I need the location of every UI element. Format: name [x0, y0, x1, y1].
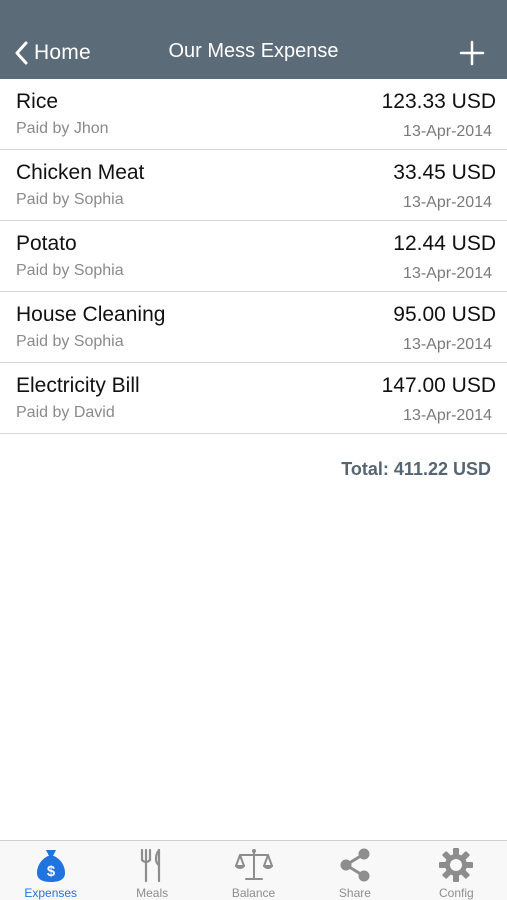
add-expense-button[interactable]: [457, 38, 487, 68]
expense-row[interactable]: House Cleaning Paid by Sophia 95.00 USD …: [0, 292, 507, 363]
tab-meals[interactable]: Meals: [101, 841, 202, 900]
expense-date: 13-Apr-2014: [403, 265, 492, 282]
expense-row[interactable]: Rice Paid by Jhon 123.33 USD 13-Apr-2014: [0, 79, 507, 150]
tab-share[interactable]: Share: [304, 841, 405, 900]
tab-label: Share: [338, 886, 371, 900]
expense-name: House Cleaning: [16, 303, 166, 326]
nav-bar: Home Our Mess Expense: [0, 0, 507, 79]
expense-list: Rice Paid by Jhon 123.33 USD 13-Apr-2014…: [0, 79, 507, 434]
tab-label: Config: [438, 886, 474, 900]
scale-icon: [234, 846, 273, 883]
expense-paid-by: Paid by Sophia: [16, 191, 124, 208]
expense-amount: 123.33 USD: [381, 90, 496, 113]
expense-paid-by: Paid by Jhon: [16, 120, 109, 137]
chevron-left-icon: [15, 41, 28, 65]
expense-row[interactable]: Potato Paid by Sophia 12.44 USD 13-Apr-2…: [0, 221, 507, 292]
expense-date: 13-Apr-2014: [403, 194, 492, 211]
expense-name: Potato: [16, 232, 77, 255]
expense-row[interactable]: Chicken Meat Paid by Sophia 33.45 USD 13…: [0, 150, 507, 221]
total-amount: Total: 411.22 USD: [341, 459, 491, 479]
expense-name: Chicken Meat: [16, 161, 145, 184]
back-label: Home: [34, 41, 91, 64]
expense-amount: 12.44 USD: [393, 232, 496, 255]
expense-amount: 95.00 USD: [393, 303, 496, 326]
tab-config[interactable]: Config: [406, 841, 507, 900]
tab-label: Meals: [136, 886, 169, 900]
expense-name: Rice: [16, 90, 59, 113]
expense-row[interactable]: Electricity Bill Paid by David 147.00 US…: [0, 363, 507, 434]
expense-paid-by: Paid by David: [16, 404, 115, 421]
fork-knife-icon: [133, 846, 171, 883]
gear-icon: [437, 846, 475, 883]
expense-paid-by: Paid by Sophia: [16, 333, 124, 350]
tab-bar: $ Expenses Meals Balance Share Config: [0, 840, 507, 900]
expense-amount: 147.00 USD: [381, 374, 496, 397]
money-bag-icon: $: [32, 846, 70, 883]
back-button[interactable]: Home: [14, 38, 91, 68]
expense-amount: 33.45 USD: [393, 161, 496, 184]
expense-date: 13-Apr-2014: [403, 336, 492, 353]
tab-balance[interactable]: Balance: [203, 841, 304, 900]
expense-date: 13-Apr-2014: [403, 123, 492, 140]
expense-paid-by: Paid by Sophia: [16, 262, 124, 279]
svg-text:$: $: [47, 863, 56, 880]
plus-icon: [459, 40, 485, 66]
expense-date: 13-Apr-2014: [403, 407, 492, 424]
share-icon: [336, 846, 374, 883]
tab-expenses[interactable]: $ Expenses: [0, 841, 101, 900]
tab-label: Expenses: [24, 886, 78, 900]
expense-name: Electricity Bill: [16, 374, 140, 397]
tab-label: Balance: [231, 886, 276, 900]
